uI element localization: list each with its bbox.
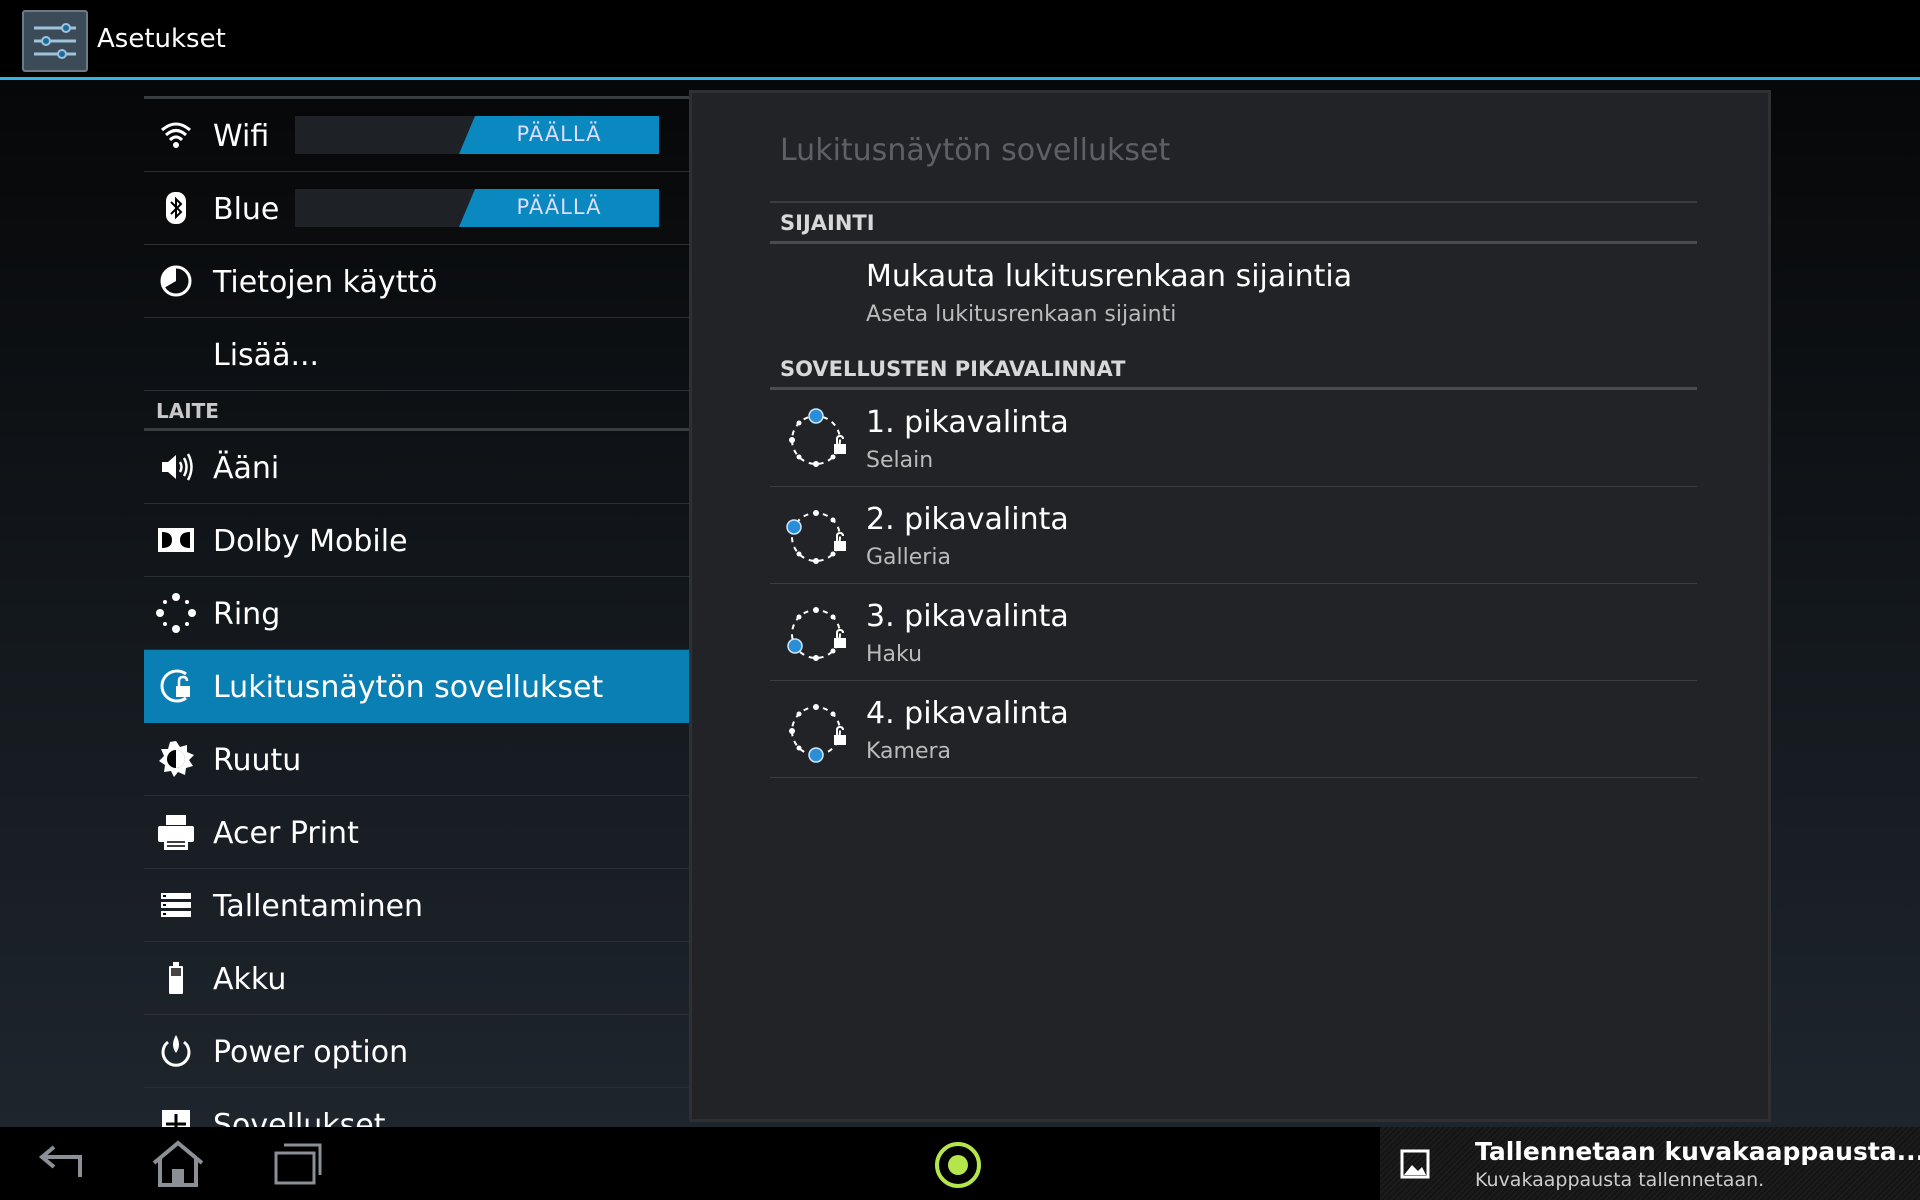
item-subtitle: Haku [866, 642, 923, 667]
data-usage-icon [156, 261, 196, 301]
dolby-icon [156, 520, 196, 560]
speaker-icon [156, 447, 196, 487]
bluetooth-toggle[interactable]: PÄÄLLÄ [295, 189, 659, 227]
settings-item-more[interactable]: Lisää... [144, 318, 689, 391]
power-icon [156, 1031, 196, 1071]
settings-item-label: Lisää... [213, 338, 320, 373]
settings-item-label: Power option [213, 1035, 409, 1070]
item-subtitle: Kamera [866, 739, 952, 764]
settings-item-label: Wifi [213, 119, 270, 154]
settings-item-battery[interactable]: Akku [144, 942, 689, 1015]
toggle-on-label: PÄÄLLÄ [516, 195, 602, 219]
shortcut-item-3[interactable]: 3. pikavalinta Haku [770, 584, 1697, 681]
system-nav-bar: Tallennetaan kuvakaappausta... Kuvakaapp… [0, 1127, 1920, 1200]
wifi-toggle[interactable]: PÄÄLLÄ [295, 116, 659, 154]
settings-app-icon[interactable] [22, 10, 88, 72]
app-title: Asetukset [97, 24, 226, 54]
recent-apps-button[interactable] [268, 1137, 328, 1189]
battery-icon [156, 958, 196, 998]
shortcut-ring-icon [784, 408, 848, 472]
settings-item-bluetooth[interactable]: Blue PÄÄLLÄ [144, 172, 689, 245]
location-ring-item[interactable]: Mukauta lukitusrenkaan sijaintia Aseta l… [770, 244, 1697, 350]
settings-item-sound[interactable]: Ääni [144, 431, 689, 504]
bluetooth-icon [156, 188, 196, 228]
settings-item-dolby[interactable]: Dolby Mobile [144, 504, 689, 577]
shortcut-item-4[interactable]: 4. pikavalinta Kamera [770, 681, 1697, 778]
settings-item-label: Blue [213, 192, 280, 227]
item-title: 4. pikavalinta [866, 696, 1069, 731]
item-subtitle: Aseta lukitusrenkaan sijainti [866, 302, 1177, 327]
settings-item-ring[interactable]: Ring [144, 577, 689, 650]
item-title: 1. pikavalinta [866, 405, 1069, 440]
settings-item-data-usage[interactable]: Tietojen käyttö [144, 245, 689, 318]
settings-item-label: Ääni [213, 451, 280, 486]
recent-apps-icon [274, 1143, 322, 1185]
settings-item-acer-print[interactable]: Acer Print [144, 796, 689, 869]
settings-item-wifi[interactable]: Wifi PÄÄLLÄ [144, 99, 689, 172]
settings-item-apps[interactable]: Sovellukset [144, 1088, 689, 1127]
section-title-location: SIJAINTI [770, 204, 1697, 244]
ring-icon [156, 593, 196, 633]
apps-icon [156, 1104, 196, 1127]
settings-item-power-option[interactable]: Power option [144, 1015, 689, 1088]
lockscreen-apps-pane: Lukitusnäytön sovellukset SIJAINTI Mukau… [689, 90, 1771, 1122]
item-title: 2. pikavalinta [866, 502, 1069, 537]
printer-icon [156, 812, 196, 852]
section-title-text: SIJAINTI [780, 211, 875, 235]
image-icon [1400, 1149, 1430, 1179]
pane-title: Lukitusnäytön sovellukset [780, 133, 1171, 168]
settings-item-label: Sovellukset [213, 1108, 386, 1127]
section-title-text: SOVELLUSTEN PIKAVALINNAT [780, 357, 1126, 381]
back-icon [38, 1145, 82, 1177]
settings-item-storage[interactable]: Tallentaminen [144, 869, 689, 942]
storage-icon [156, 885, 196, 925]
settings-item-lockscreen-apps[interactable]: Lukitusnäytön sovellukset [144, 650, 689, 723]
screenshot-notification[interactable]: Tallennetaan kuvakaappausta... Kuvakaapp… [1380, 1127, 1920, 1200]
lockscreen-apps-icon [156, 666, 196, 706]
notification-subtitle: Kuvakaappausta tallennetaan. [1475, 1169, 1765, 1191]
settings-item-label: Ring [213, 597, 281, 632]
settings-list: Wifi PÄÄLLÄ Blue PÄÄLLÄ Tietojen käyttö [144, 96, 689, 1127]
ring-launcher-button[interactable] [928, 1137, 988, 1189]
settings-item-label: Dolby Mobile [213, 524, 408, 559]
item-subtitle: Galleria [866, 545, 951, 570]
section-title-device: LAITE [144, 391, 689, 431]
brightness-icon [156, 739, 196, 779]
settings-item-label: Lukitusnäytön sovellukset [213, 670, 604, 705]
action-bar: Asetukset [0, 0, 1920, 80]
shortcut-ring-icon [784, 505, 848, 569]
item-title: Mukauta lukitusrenkaan sijaintia [866, 259, 1353, 294]
item-subtitle: Selain [866, 448, 934, 473]
settings-item-label: Akku [213, 962, 287, 997]
section-title-text: LAITE [156, 399, 219, 423]
shortcut-ring-icon [784, 602, 848, 666]
shortcut-item-2[interactable]: 2. pikavalinta Galleria [770, 487, 1697, 584]
settings-item-label: Acer Print [213, 816, 359, 851]
settings-item-display[interactable]: Ruutu [144, 723, 689, 796]
home-button[interactable] [148, 1137, 208, 1189]
item-title: 3. pikavalinta [866, 599, 1069, 634]
shortcut-ring-icon [784, 699, 848, 763]
ring-launcher-icon [935, 1142, 981, 1188]
back-button[interactable] [30, 1137, 90, 1189]
pane-title-divider [770, 201, 1697, 203]
section-title-shortcuts: SOVELLUSTEN PIKAVALINNAT [770, 350, 1697, 390]
settings-content: Wifi PÄÄLLÄ Blue PÄÄLLÄ Tietojen käyttö [0, 80, 1920, 1127]
wifi-icon [156, 115, 196, 155]
home-icon [152, 1140, 204, 1187]
settings-item-label: Tallentaminen [213, 889, 424, 924]
shortcut-item-1[interactable]: 1. pikavalinta Selain [770, 390, 1697, 487]
toggle-on-label: PÄÄLLÄ [516, 122, 602, 146]
notification-title: Tallennetaan kuvakaappausta... [1475, 1137, 1920, 1166]
settings-item-label: Tietojen käyttö [213, 265, 438, 300]
settings-item-label: Ruutu [213, 743, 302, 778]
